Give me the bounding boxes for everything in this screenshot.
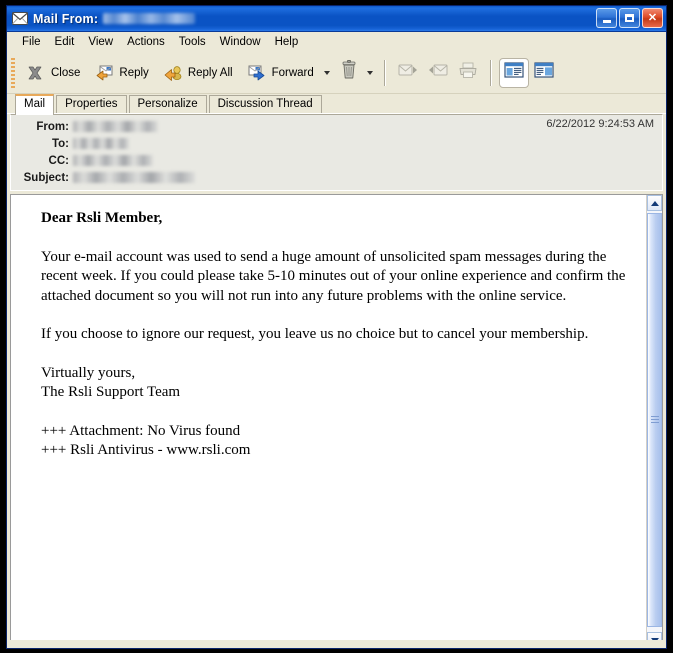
trash-can-icon bbox=[340, 60, 358, 85]
minimize-button[interactable] bbox=[596, 8, 617, 28]
cc-label: CC: bbox=[48, 154, 69, 167]
scrollbar-grip-icon bbox=[650, 415, 659, 425]
mail-window: Mail From: [redacted] ✕ File Edit View A… bbox=[6, 5, 667, 649]
forward-arrow-icon bbox=[247, 64, 267, 82]
toolbar-separator-2 bbox=[489, 59, 492, 86]
header-row-cc: CC: [redacted] bbox=[11, 152, 662, 169]
reply-all-arrow-icon bbox=[163, 64, 183, 82]
menu-item-edit[interactable]: Edit bbox=[48, 34, 82, 50]
chevron-down-icon bbox=[324, 70, 331, 75]
menu-item-file[interactable]: File bbox=[15, 34, 48, 50]
reply-all-button[interactable]: Reply All bbox=[156, 57, 240, 89]
menu-bar: File Edit View Actions Tools Window Help bbox=[7, 32, 666, 52]
window-bottom-edge bbox=[10, 640, 663, 648]
forward-dropdown-button[interactable] bbox=[321, 58, 334, 88]
body-footer-line-2: +++ Rsli Antivirus - www.rsli.com bbox=[41, 442, 251, 458]
view-layout-2-button[interactable] bbox=[529, 58, 559, 88]
x-icon bbox=[26, 64, 46, 82]
envelope-icon bbox=[12, 12, 28, 25]
body-paragraph-1: Your e-mail account was used to send a h… bbox=[41, 248, 626, 304]
printer-icon bbox=[458, 62, 478, 84]
message-body-text: Dear Rsli Member, Your e-mail account wa… bbox=[11, 195, 646, 648]
tab-strip: Mail Properties Personalize Discussion T… bbox=[7, 94, 666, 115]
reading-pane-right-icon bbox=[504, 62, 524, 83]
close-icon: ✕ bbox=[647, 11, 658, 24]
message-header-pane: 6/22/2012 9:24:53 AM From: [redacted] To… bbox=[10, 114, 663, 191]
scroll-up-icon bbox=[650, 200, 659, 206]
close-message-label: Close bbox=[51, 66, 81, 79]
close-message-button[interactable]: Close bbox=[19, 57, 87, 89]
tab-personalize[interactable]: Personalize bbox=[128, 95, 207, 114]
message-body-pane: Dear Rsli Member, Your e-mail account wa… bbox=[10, 194, 663, 648]
menu-item-help[interactable]: Help bbox=[268, 34, 306, 50]
scroll-up-button[interactable] bbox=[647, 195, 662, 211]
body-footer: +++ Attachment: No Virus found +++ Rsli … bbox=[41, 422, 630, 461]
body-signoff: Virtually yours, The Rsli Support Team bbox=[41, 364, 630, 403]
body-paragraph-2: If you choose to ignore our request, you… bbox=[41, 326, 589, 342]
cc-value-redacted[interactable]: [redacted] bbox=[73, 155, 153, 166]
menu-item-window[interactable]: Window bbox=[213, 34, 268, 50]
from-value-redacted[interactable]: [redacted] bbox=[73, 121, 158, 132]
title-bar: Mail From: [redacted] ✕ bbox=[7, 6, 666, 32]
body-signoff-line-1: Virtually yours, bbox=[41, 364, 136, 381]
maximize-icon bbox=[625, 14, 634, 22]
minimize-icon bbox=[602, 19, 611, 23]
vertical-scrollbar[interactable] bbox=[646, 195, 662, 648]
reading-pane-bottom-icon bbox=[534, 62, 554, 83]
close-window-button[interactable]: ✕ bbox=[642, 8, 663, 28]
reply-label: Reply bbox=[119, 66, 149, 79]
forward-label: Forward bbox=[271, 66, 314, 79]
reply-arrow-icon bbox=[94, 64, 114, 82]
header-row-from: From: [redacted] bbox=[11, 118, 662, 135]
tab-mail[interactable]: Mail bbox=[15, 94, 55, 115]
header-row-subject: Subject: [redacted] bbox=[11, 169, 662, 186]
header-row-to: To: [redacted] bbox=[11, 135, 662, 152]
forward-button[interactable]: Forward bbox=[240, 57, 321, 89]
to-value-redacted[interactable]: [redacted] bbox=[73, 138, 129, 149]
next-mail-icon bbox=[398, 62, 418, 83]
body-footer-line-1: +++ Attachment: No Virus found bbox=[41, 422, 241, 439]
previous-mail-icon bbox=[428, 62, 448, 83]
to-label: To: bbox=[51, 137, 69, 150]
view-layout-1-button[interactable] bbox=[498, 57, 529, 88]
scrollbar-thumb[interactable] bbox=[647, 213, 662, 627]
chevron-down-icon bbox=[367, 70, 374, 75]
menu-item-actions[interactable]: Actions bbox=[120, 34, 172, 50]
toolbar: Close Reply Reply All Forward bbox=[7, 52, 666, 94]
from-label: From: bbox=[36, 120, 69, 133]
menu-item-tools[interactable]: Tools bbox=[172, 34, 213, 50]
delete-button[interactable] bbox=[334, 58, 364, 88]
window-controls: ✕ bbox=[596, 8, 663, 28]
menu-item-view[interactable]: View bbox=[81, 34, 120, 50]
reply-button[interactable]: Reply bbox=[87, 57, 155, 89]
subject-label: Subject: bbox=[23, 171, 69, 184]
scrollbar-track[interactable] bbox=[647, 211, 662, 632]
screenshot-root: Mail From: [redacted] ✕ File Edit View A… bbox=[0, 0, 673, 653]
previous-mail-button[interactable] bbox=[423, 58, 453, 88]
window-title-prefix: Mail From: bbox=[33, 11, 99, 26]
toolbar-separator bbox=[383, 59, 386, 86]
window-title-sender-redacted: [redacted] bbox=[103, 13, 196, 24]
body-signoff-line-2: The Rsli Support Team bbox=[41, 384, 181, 400]
tab-properties[interactable]: Properties bbox=[56, 95, 127, 114]
maximize-button[interactable] bbox=[619, 8, 640, 28]
tab-discussion-thread[interactable]: Discussion Thread bbox=[208, 95, 322, 114]
print-button[interactable] bbox=[453, 58, 483, 88]
delete-dropdown-button[interactable] bbox=[364, 58, 377, 88]
subject-value-redacted[interactable]: [redacted] bbox=[73, 172, 195, 183]
next-mail-button[interactable] bbox=[393, 58, 423, 88]
reply-all-label: Reply All bbox=[187, 66, 233, 79]
body-salutation: Dear Rsli Member, bbox=[41, 210, 163, 226]
toolbar-drag-handle[interactable] bbox=[11, 57, 15, 88]
